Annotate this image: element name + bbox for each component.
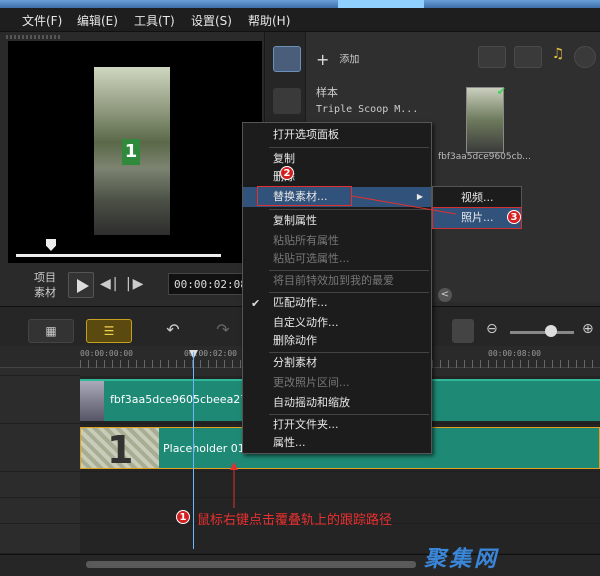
timeline-bottom-bar	[0, 554, 600, 576]
ctx-open-folder[interactable]: 打开文件夹...	[243, 415, 431, 435]
timeline-hscroll[interactable]	[86, 561, 416, 568]
flash-filter-icon[interactable]	[574, 46, 596, 68]
annotation-note: 鼠标右键点击覆叠轨上的跟踪路径	[197, 513, 393, 528]
playhead-line[interactable]	[193, 352, 194, 549]
menu-file[interactable]: 文件(F)	[22, 12, 62, 29]
video-clip-label: fbf3aa5dce9605cbeea27b	[110, 393, 255, 406]
ctx-paste-selected-attributes: 粘贴可选属性...	[273, 252, 350, 265]
ctx-change-photo-duration: 更改照片区间...	[273, 376, 350, 389]
step-buttons[interactable]: ◀| |▶	[100, 276, 145, 292]
ctx-paste-all-attributes: 粘贴所有属性	[273, 234, 339, 247]
preview-panel: 1 项目 素材 ◀| |▶ 00:00:02:08	[0, 32, 265, 302]
transition-icon[interactable]	[273, 88, 301, 114]
ctx-copy-attributes[interactable]: 复制属性	[243, 211, 431, 231]
ctx-separator	[269, 209, 429, 210]
media-library-icon[interactable]	[273, 46, 301, 72]
ctx-remove-motion[interactable]: 删除动作	[243, 331, 431, 351]
play-button[interactable]	[68, 272, 94, 298]
ctx-add-to-favorites: 将目前特效加到我的最爱	[273, 274, 394, 287]
ctx-match-motion[interactable]: 匹配动作...	[243, 293, 431, 313]
track-header-strip	[0, 368, 80, 376]
menu-edit[interactable]: 编辑(E)	[77, 12, 118, 29]
zoom-slider-track[interactable]	[510, 331, 574, 334]
track-head-music[interactable]	[0, 524, 80, 554]
used-check-icon: ✔	[496, 85, 506, 98]
preview-screen: 1	[8, 41, 262, 263]
watermark-logo: 聚集网	[424, 547, 500, 572]
ctx-custom-motion[interactable]: 自定义动作...	[243, 313, 431, 333]
menu-bar: 文件(F) 编辑(E) 工具(T) 设置(S) 帮助(H)	[0, 8, 600, 32]
storyboard-view-button[interactable]: ▦	[28, 319, 74, 343]
folder-icon[interactable]	[446, 46, 474, 68]
mode-project-label[interactable]: 项目	[34, 270, 56, 285]
overlay-clip-number: 1	[107, 428, 134, 469]
menu-help[interactable]: 帮助(H)	[248, 12, 290, 29]
video-clip-thumbnail	[80, 381, 104, 421]
undo-button[interactable]: ↶	[150, 319, 196, 343]
ctx-delete[interactable]: 删除	[243, 167, 431, 187]
track-head-title[interactable]	[0, 472, 80, 498]
step-badge-2: 2	[280, 166, 294, 180]
plus-icon: +	[316, 50, 330, 69]
video-filter-icon[interactable]	[478, 46, 506, 68]
play-icon	[77, 279, 89, 293]
title-track[interactable]	[80, 472, 600, 498]
preview-frame-image: 1	[94, 67, 170, 235]
play-mode-labels: 项目 素材	[34, 270, 56, 300]
context-menu: 打开选项面板 复制 删除 替换素材...▶ 复制属性 粘贴所有属性 粘贴可选属性…	[242, 122, 432, 454]
redo-button[interactable]: ↷	[200, 319, 246, 343]
menu-tools[interactable]: 工具(T)	[134, 12, 175, 29]
track-head-video[interactable]	[0, 376, 80, 424]
media-filter-toolbar: ♫	[434, 46, 600, 72]
library-thumbnail-label: fbf3aa5dce9605cb...	[438, 152, 531, 162]
timecode-display[interactable]: 00:00:02:08	[168, 273, 248, 295]
ctx-auto-pan-zoom[interactable]: 自动摇动和缩放	[243, 393, 431, 413]
title-track-icon[interactable]	[452, 319, 474, 343]
mode-clip-label[interactable]: 素材	[34, 285, 56, 300]
submenu-arrow-icon: ▶	[416, 192, 423, 201]
ctx-copy[interactable]: 复制	[243, 149, 431, 169]
photo-filter-icon[interactable]	[514, 46, 542, 68]
step-badge-3: 3	[507, 210, 521, 224]
library-item-samples[interactable]: 样本	[316, 84, 338, 100]
ctx-open-options[interactable]: 打开选项面板	[243, 125, 431, 145]
track-head-voice[interactable]	[0, 498, 80, 524]
library-thumbnail[interactable]: ✔	[466, 85, 506, 153]
library-scroll-left-button[interactable]: <	[438, 288, 452, 302]
add-label: 添加	[339, 54, 360, 66]
menu-settings[interactable]: 设置(S)	[191, 12, 232, 29]
ruler-label: 00:00:08:00	[488, 349, 541, 358]
zoom-slider-handle[interactable]	[545, 325, 557, 337]
music-track[interactable]	[80, 524, 600, 554]
track-head-overlay[interactable]	[0, 424, 80, 472]
add-button[interactable]: + 添加	[316, 50, 359, 69]
step-forward-icon[interactable]: |▶	[126, 276, 145, 292]
title-bar-highlight	[338, 0, 424, 8]
zoom-in-icon[interactable]: ⊕	[582, 321, 594, 337]
ruler-label: 00:00:00:00	[80, 349, 133, 358]
preview-frame-sign: 1	[122, 139, 140, 165]
replace-clip-highlight-box	[257, 186, 352, 206]
submenu-video[interactable]: 视频...	[433, 188, 521, 208]
step-back-icon[interactable]: ◀|	[100, 276, 119, 292]
step-badge-1: 1	[176, 510, 190, 524]
timeline-view-button[interactable]: ☰	[86, 319, 132, 343]
ctx-split-clip[interactable]: 分割素材	[243, 353, 431, 373]
ctx-separator	[269, 147, 429, 148]
ctx-properties[interactable]: 属性...	[243, 433, 431, 453]
title-bar	[0, 0, 600, 8]
scrubber-track[interactable]	[16, 254, 221, 257]
library-item-triple-scoop[interactable]: Triple Scoop M...	[316, 104, 418, 115]
panel-grip[interactable]	[6, 35, 62, 39]
zoom-out-icon[interactable]: ⊖	[486, 321, 498, 337]
music-filter-icon[interactable]: ♫	[544, 46, 572, 68]
